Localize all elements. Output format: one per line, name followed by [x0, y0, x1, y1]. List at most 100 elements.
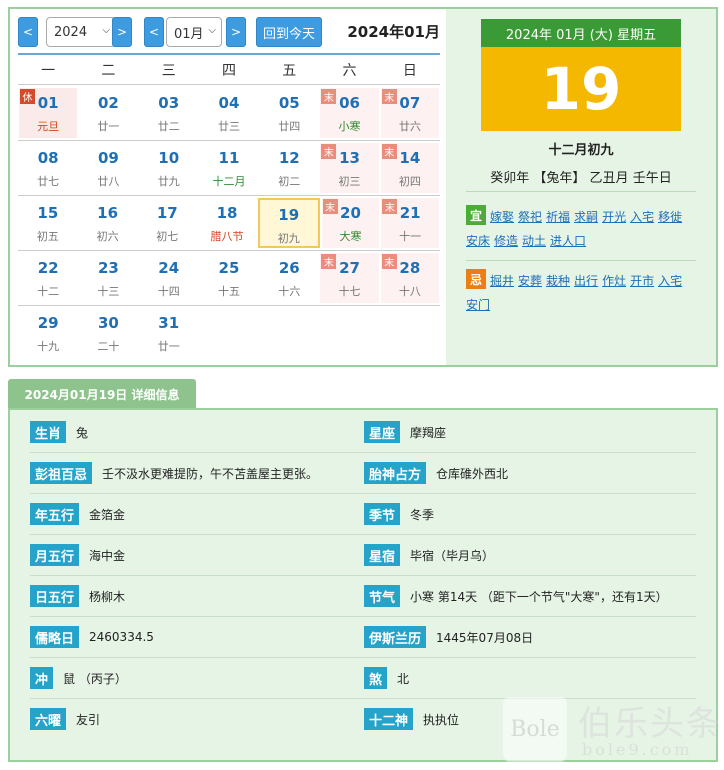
day-cell[interactable]: 22 十二 — [19, 253, 77, 303]
day-cell[interactable]: 末 06 小寒 — [320, 88, 379, 138]
day-cell[interactable]: 23 十三 — [79, 253, 137, 303]
detail-value: 2460334.5 — [89, 630, 154, 644]
yi-activity-link[interactable]: 安床 — [466, 234, 490, 248]
detail-label: 伊斯兰历 — [364, 626, 427, 648]
next-month-button[interactable]: > — [226, 17, 246, 47]
weekday-label: 五 — [282, 62, 297, 79]
day-number: 09 — [97, 149, 119, 167]
day-number: 10 — [158, 149, 180, 167]
detail-item: 彭祖百忌 壬不汲水更难提防，午不苫盖屋主更张。 — [30, 462, 318, 484]
detail-row: 生肖兔 星座 摩羯座 — [30, 412, 696, 453]
lunar-day-label: 十五 — [217, 285, 240, 298]
lunar-day-label: 初五 — [36, 230, 59, 243]
weekend-badge: 末 — [381, 144, 397, 159]
day-cell[interactable]: 12 初二 — [260, 143, 318, 193]
day-cell[interactable]: 24 十四 — [140, 253, 198, 303]
detail-value: 友引 — [76, 712, 101, 727]
ji-activity-link[interactable]: 安葬 — [518, 274, 542, 288]
day-number: 26 — [278, 259, 300, 277]
day-cell[interactable]: 10 廿九 — [140, 143, 198, 193]
detail-item: 年五行 金箔金 — [30, 503, 125, 525]
yi-activity-link[interactable]: 求嗣 — [574, 210, 598, 224]
day-cell[interactable]: 16 初六 — [79, 198, 137, 248]
selected-day-number: 19 — [481, 47, 681, 131]
prev-year-button[interactable]: < — [18, 17, 38, 47]
ganzhi-date: 癸卯年 【兔年】 乙丑月 壬午日 — [490, 171, 672, 186]
yi-activity-link[interactable]: 入宅 — [630, 210, 654, 224]
day-number: 31 — [158, 314, 180, 332]
day-cell[interactable]: 26 十六 — [260, 253, 318, 303]
detail-item: 儒略日 2460334.5 — [30, 626, 154, 648]
yi-activity-link[interactable]: 嫁娶 — [490, 210, 514, 224]
detail-label: 十二神 — [364, 708, 414, 730]
detail-label: 胎神占方 — [364, 462, 427, 484]
day-cell[interactable]: 02 廿一 — [79, 88, 137, 138]
day-number: 05 — [278, 94, 300, 112]
divider — [466, 260, 696, 261]
yi-badge: 宜 — [466, 205, 486, 225]
day-cell[interactable]: 17 初七 — [138, 198, 196, 248]
back-to-today-button[interactable]: 回到今天 — [256, 17, 322, 47]
month-select-value: 01月 — [174, 26, 204, 42]
day-cell[interactable]: 末 28 十八 — [380, 253, 439, 303]
day-cell[interactable]: 05 廿四 — [260, 88, 318, 138]
weekend-badge: 末 — [321, 144, 337, 159]
day-cell[interactable]: 末 27 十七 — [320, 253, 379, 303]
lunar-day-label: 大寒 — [339, 230, 362, 243]
ji-activity-link[interactable]: 作灶 — [602, 274, 626, 288]
lunar-day-label: 廿八 — [97, 175, 120, 188]
detail-row: 冲鼠 （丙子） 煞北 — [30, 658, 696, 699]
detail-label: 季节 — [364, 503, 401, 525]
day-cell[interactable]: 09 廿八 — [79, 143, 137, 193]
day-cell[interactable]: 末 20 大寒 — [321, 198, 380, 248]
day-cell[interactable]: 休 01 元旦 — [19, 88, 78, 138]
day-cell[interactable]: 15 初五 — [19, 198, 77, 248]
yi-activity-link[interactable]: 开光 — [602, 210, 626, 224]
detail-label: 六曜 — [30, 708, 67, 730]
day-cell[interactable]: 19 初九 — [257, 198, 320, 248]
calendar-toolbar: < 2024 ⌵ > < 01月 ⌵ > 回到今天 2024年01月 — [18, 17, 440, 49]
ji-activity-link[interactable]: 入宅 — [658, 274, 682, 288]
day-cell[interactable]: 18 腊八节 — [198, 198, 256, 248]
detail-label: 节气 — [364, 585, 401, 607]
day-cell[interactable]: 末 13 初三 — [320, 143, 379, 193]
yi-activity-link[interactable]: 进人口 — [550, 234, 586, 248]
detail-value: 鼠 （丙子） — [63, 671, 127, 686]
year-select-value: 2024 — [54, 24, 88, 40]
day-cell[interactable]: 08 廿七 — [19, 143, 77, 193]
day-number: 19 — [278, 206, 300, 224]
yi-activity-link[interactable]: 移徙 — [658, 210, 682, 224]
day-cell[interactable]: 31 廿一 — [140, 308, 198, 359]
day-cell[interactable]: 末 21 十一 — [381, 198, 440, 248]
day-cell[interactable]: 末 07 廿六 — [380, 88, 439, 138]
day-number: 27 — [339, 259, 360, 277]
day-cell[interactable]: 04 廿三 — [200, 88, 258, 138]
lunar-day-label: 十二月 — [212, 175, 246, 188]
yi-activity-link[interactable]: 祈福 — [546, 210, 570, 224]
day-cell[interactable]: 29 十九 — [19, 308, 77, 359]
ji-activity-link[interactable]: 出行 — [574, 274, 598, 288]
prev-month-button[interactable]: < — [144, 17, 164, 47]
year-select[interactable]: 2024 ⌵ — [46, 17, 116, 47]
ji-activity-link[interactable]: 掘井 — [490, 274, 514, 288]
next-year-button[interactable]: > — [112, 17, 132, 47]
weekday-header: 一 二 三 四 五 六 日 — [18, 53, 440, 85]
lunar-day-label: 十六 — [278, 285, 301, 298]
ji-activity-link[interactable]: 安门 — [466, 298, 490, 312]
yi-activity-link[interactable]: 修造 — [494, 234, 518, 248]
detail-label: 煞 — [364, 667, 388, 689]
day-number: 22 — [37, 259, 59, 277]
month-select[interactable]: 01月 ⌵ — [166, 17, 222, 47]
day-cell[interactable]: 11 十二月 — [200, 143, 258, 193]
yi-activity-link[interactable]: 祭祀 — [518, 210, 542, 224]
day-cell[interactable]: 25 十五 — [200, 253, 258, 303]
day-cell[interactable]: 末 14 初四 — [380, 143, 439, 193]
ji-activity-link[interactable]: 栽种 — [546, 274, 570, 288]
day-cell[interactable]: 03 廿二 — [140, 88, 198, 138]
weekday-label: 一 — [41, 62, 56, 79]
ji-activity-link[interactable]: 开市 — [630, 274, 654, 288]
day-cell[interactable]: 30 二十 — [79, 308, 137, 359]
yi-activity-link[interactable]: 动土 — [522, 234, 546, 248]
watermark-cn: 伯乐头条 — [578, 704, 722, 744]
detail-value: 冬季 — [410, 507, 435, 522]
